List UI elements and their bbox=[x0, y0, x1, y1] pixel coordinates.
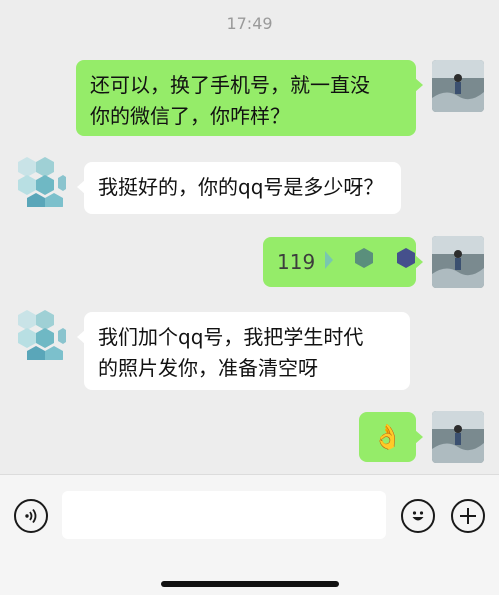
message-bubble[interactable]: 119 bbox=[263, 237, 423, 287]
ok-hand-emoji: 👌 bbox=[372, 422, 403, 451]
message-bubble[interactable]: 👌 bbox=[359, 412, 423, 462]
message-text-line: 我们加个qq号，我把学生时代 bbox=[98, 325, 364, 349]
message-text-line: 的照片发你，准备清空呀 bbox=[98, 356, 318, 380]
voice-icon[interactable] bbox=[14, 499, 48, 533]
message-bubble[interactable]: 还可以，换了手机号，就一直没 你的微信了，你咋样？ bbox=[76, 60, 423, 136]
add-icon[interactable] bbox=[451, 499, 485, 533]
message-bubble[interactable]: 我们加个qq号，我把学生时代 的照片发你，准备清空呀 bbox=[77, 312, 410, 390]
my-avatar[interactable] bbox=[432, 411, 484, 463]
message-input[interactable] bbox=[62, 491, 386, 539]
my-avatar[interactable] bbox=[432, 236, 484, 288]
hexagon-icon bbox=[353, 247, 375, 278]
hexagon-icon bbox=[395, 247, 417, 278]
chevron-right-icon bbox=[325, 247, 335, 278]
input-bar bbox=[0, 474, 499, 595]
contact-avatar[interactable] bbox=[14, 155, 66, 207]
message-text-line: 还可以，换了手机号，就一直没 bbox=[90, 73, 370, 97]
message-text-line: 我挺好的，你的qq号是多少呀？ bbox=[98, 175, 384, 199]
home-indicator[interactable] bbox=[161, 581, 339, 587]
message-bubble[interactable]: 我挺好的，你的qq号是多少呀？ bbox=[77, 162, 401, 214]
timestamp: 17:49 bbox=[226, 14, 273, 33]
contact-avatar[interactable] bbox=[14, 308, 66, 360]
emoji-icon[interactable] bbox=[401, 499, 435, 533]
message-text-line: 你的微信了，你咋样？ bbox=[90, 104, 290, 128]
my-avatar[interactable] bbox=[432, 60, 484, 112]
message-text: 119 bbox=[277, 249, 316, 274]
